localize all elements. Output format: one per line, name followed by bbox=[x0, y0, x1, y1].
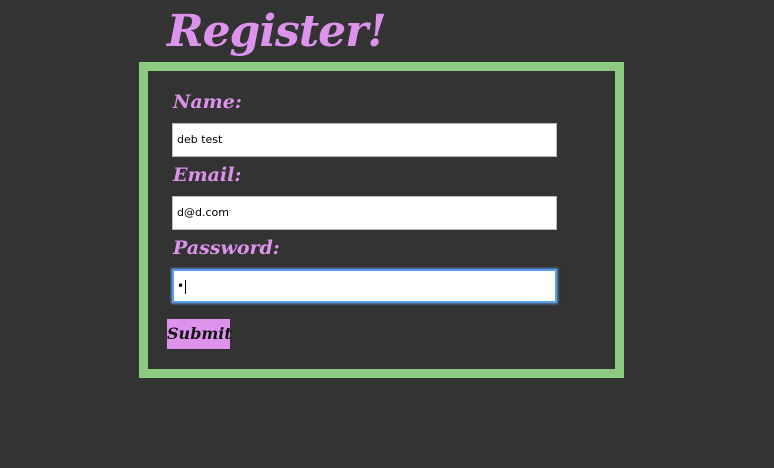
page-title: Register! bbox=[167, 6, 387, 57]
password-input[interactable]: • bbox=[172, 269, 557, 303]
name-input-value: deb test bbox=[177, 133, 223, 146]
text-caret bbox=[185, 280, 187, 294]
email-input[interactable]: d@d.com bbox=[172, 196, 557, 230]
submit-button[interactable]: Submit bbox=[167, 319, 232, 349]
register-form: Name: deb test Email: d@d.com Password: … bbox=[139, 62, 624, 378]
password-input-value: • bbox=[177, 279, 185, 293]
password-label: Password: bbox=[173, 237, 280, 259]
name-input[interactable]: deb test bbox=[172, 123, 557, 157]
email-label: Email: bbox=[173, 164, 242, 186]
name-label: Name: bbox=[173, 91, 242, 113]
email-input-value: d@d.com bbox=[177, 206, 229, 219]
